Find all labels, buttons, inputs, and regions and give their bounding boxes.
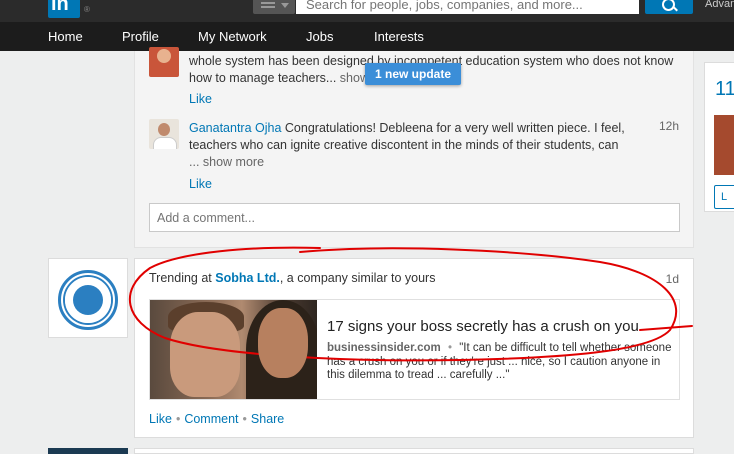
article-thumbnail[interactable] [150, 300, 317, 399]
nav-home[interactable]: Home [48, 29, 83, 44]
add-comment-input[interactable] [149, 203, 680, 232]
menu-icon[interactable] [253, 0, 295, 14]
next-post-avatar[interactable] [48, 448, 128, 454]
linkedin-logo[interactable]: in [48, 0, 80, 18]
search-icon[interactable] [645, 0, 693, 14]
comment-timestamp: 12h [658, 119, 679, 133]
article-title[interactable]: 17 signs your boss secretly has a crush … [327, 318, 639, 335]
main-nav: Home Profile My Network Jobs Interests [0, 22, 734, 51]
avatar[interactable] [149, 119, 179, 149]
nav-jobs[interactable]: Jobs [306, 29, 333, 44]
nav-profile[interactable]: Profile [122, 29, 159, 44]
post-timestamp: 1d [665, 272, 679, 286]
comment-author-link[interactable]: Ganatantra Ojha [189, 121, 281, 135]
search-input[interactable] [296, 0, 639, 14]
next-post-card [134, 448, 694, 454]
comment-link[interactable]: Comment [184, 412, 238, 426]
rail-button[interactable]: L [714, 185, 734, 209]
right-rail-card: 11 L [704, 62, 734, 212]
article-snippet: businessinsider.com • "It can be difficu… [327, 342, 672, 381]
like-link[interactable]: Like [149, 412, 172, 426]
trending-card: Trending at Sobha Ltd., a company simila… [134, 258, 694, 438]
company-logo-card[interactable] [48, 258, 128, 338]
company-logo-icon [58, 270, 118, 330]
comment-text: Ganatantra Ojha Congratulations! Debleen… [189, 121, 625, 169]
card-actions: Like • Comment • Share [149, 412, 285, 426]
rail-count[interactable]: 11 [715, 78, 734, 101]
article-source: businessinsider.com [327, 342, 441, 354]
trending-header: Trending at Sobha Ltd., a company simila… [149, 271, 436, 285]
nav-interests[interactable]: Interests [374, 29, 424, 44]
article-preview[interactable]: 17 signs your boss secretly has a crush … [149, 299, 680, 400]
new-update-button[interactable]: 1 new update [365, 63, 461, 85]
registered-mark: ® [84, 5, 90, 14]
nav-my-network[interactable]: My Network [198, 29, 267, 44]
like-link[interactable]: Like [189, 177, 212, 191]
avatar[interactable] [149, 47, 179, 77]
advanced-search-link[interactable]: Advan [705, 0, 734, 10]
top-bar: in ® Advan [0, 0, 734, 22]
company-link[interactable]: Sobha Ltd. [215, 271, 280, 285]
like-link[interactable]: Like [189, 92, 212, 106]
rail-image[interactable] [714, 115, 734, 175]
share-link[interactable]: Share [251, 412, 284, 426]
show-more-link[interactable]: show more [203, 155, 264, 169]
